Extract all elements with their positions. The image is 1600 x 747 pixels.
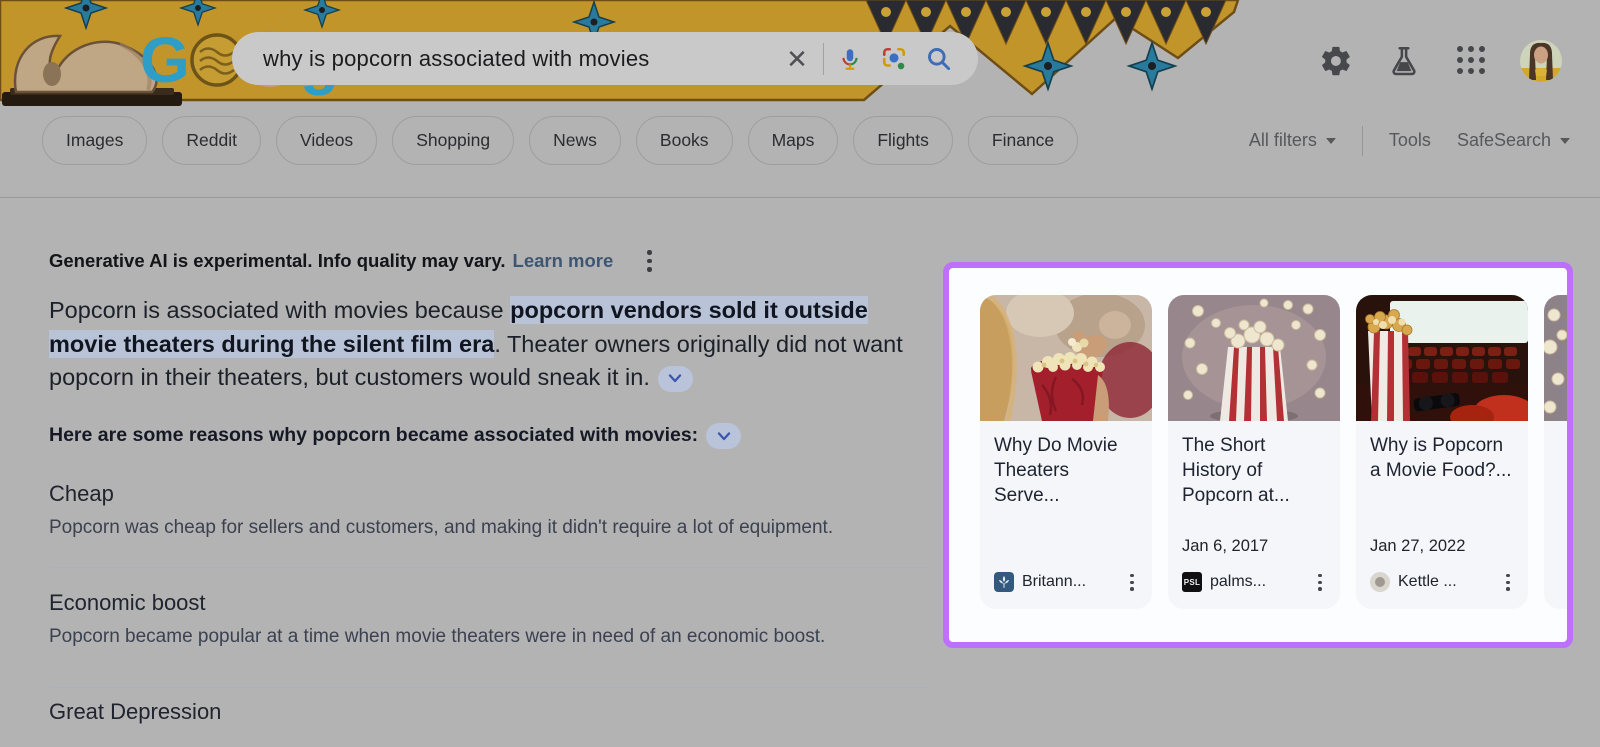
overflow-menu-button[interactable] [643, 246, 656, 276]
chevron-down-icon [1560, 138, 1570, 144]
microphone-icon [837, 46, 863, 72]
voice-search-button[interactable] [828, 37, 872, 81]
labs-flask-icon [1387, 44, 1421, 78]
section-divider [49, 687, 928, 688]
card-overflow-button[interactable] [1502, 570, 1514, 595]
card-source-name: Britann... [1022, 573, 1086, 591]
kettle-favicon [1370, 572, 1390, 592]
svg-text:G: G [140, 24, 190, 96]
chip-flights[interactable]: Flights [853, 116, 953, 165]
answer-text: Popcorn is associated with movies becaus… [49, 297, 510, 323]
card-image-cinema-screen-popcorn [1356, 295, 1528, 421]
ai-source-carousel-highlighted: Why Do Movie Theaters Serve... Britann..… [943, 262, 1573, 648]
chip-videos[interactable]: Videos [276, 116, 377, 165]
apps-grid-icon [1457, 46, 1487, 76]
google-apps-button[interactable] [1452, 41, 1492, 81]
google-lens-button[interactable] [872, 37, 916, 81]
filter-tools-bar: All filters Tools SafeSearch [1249, 116, 1570, 165]
safesearch-button[interactable]: SafeSearch [1457, 130, 1570, 151]
section-title-cheap: Cheap [49, 481, 114, 507]
search-input[interactable] [263, 46, 775, 72]
tools-divider [1362, 126, 1363, 156]
header-divider [0, 197, 1600, 198]
learn-more-link[interactable]: Learn more [513, 250, 614, 272]
source-card-kettle[interactable]: Why is Popcorn a Movie Food?... Jan 27, … [1356, 295, 1528, 609]
card-source-name: palms... [1210, 573, 1266, 591]
expand-answer-button[interactable] [658, 366, 693, 392]
google-lens-icon [881, 46, 907, 72]
chip-books[interactable]: Books [636, 116, 733, 165]
all-filters-button[interactable]: All filters [1249, 130, 1336, 151]
chip-maps[interactable]: Maps [748, 116, 839, 165]
settings-button[interactable] [1316, 41, 1356, 81]
britannica-favicon [994, 572, 1014, 592]
search-divider [823, 43, 824, 75]
search-submit-button[interactable] [916, 37, 960, 81]
card-image-partial [1544, 295, 1573, 421]
card-image-popcorn-box-flying [1168, 295, 1340, 421]
card-overflow-button[interactable] [1126, 570, 1138, 595]
search-bar[interactable]: ✕ [232, 32, 978, 85]
card-overflow-button[interactable] [1314, 570, 1326, 595]
chip-news[interactable]: News [529, 116, 621, 165]
psl-favicon: PSL [1182, 572, 1202, 592]
chevron-down-icon [1326, 138, 1336, 144]
expand-reasons-button[interactable] [706, 423, 741, 449]
disclaimer-text: Generative AI is experimental. Info qual… [49, 250, 506, 272]
avatar-photo [1520, 40, 1562, 82]
card-date: Jan 6, 2017 [1182, 537, 1326, 556]
card-date: Jan 27, 2022 [1370, 537, 1514, 556]
source-cards: Why Do Movie Theaters Serve... Britann..… [980, 295, 1573, 609]
card-source-name: Kettle ... [1398, 573, 1457, 591]
header-actions [1316, 40, 1562, 82]
chevron-down-icon [717, 432, 731, 441]
chevron-down-icon [668, 374, 682, 383]
chip-finance[interactable]: Finance [968, 116, 1078, 165]
search-magnifier-icon [925, 45, 952, 72]
tools-button[interactable]: Tools [1389, 130, 1431, 151]
card-title: Why is Popcorn a Movie Food?... [1370, 433, 1514, 483]
gear-icon [1319, 44, 1353, 78]
card-title: Why Do Movie Theaters Serve... [994, 433, 1138, 508]
card-image-popcorn-bucket-theater [980, 295, 1152, 421]
chip-reddit[interactable]: Reddit [162, 116, 261, 165]
section-body-cheap: Popcorn was cheap for sellers and custom… [49, 517, 931, 539]
chip-shopping[interactable]: Shopping [392, 116, 514, 165]
account-avatar[interactable] [1520, 40, 1562, 82]
section-divider [49, 567, 928, 568]
search-filter-chips: Images Reddit Videos Shopping News Books… [42, 116, 1078, 165]
card-title: The Short History of Popcorn at... [1182, 433, 1326, 508]
ai-answer-paragraph: Popcorn is associated with movies becaus… [49, 294, 931, 395]
section-title-great-depression: Great Depression [49, 699, 221, 725]
section-body-economic-boost: Popcorn became popular at a time when mo… [49, 626, 931, 648]
section-title-economic-boost: Economic boost [49, 590, 206, 616]
clear-search-button[interactable]: ✕ [775, 37, 819, 81]
generative-ai-disclaimer: Generative AI is experimental. Info qual… [49, 246, 656, 276]
ai-reasons-subheading: Here are some reasons why popcorn became… [49, 423, 931, 449]
source-card-partial[interactable] [1544, 295, 1573, 609]
search-labs-button[interactable] [1384, 41, 1424, 81]
chip-images[interactable]: Images [42, 116, 147, 165]
source-card-britannica[interactable]: Why Do Movie Theaters Serve... Britann..… [980, 295, 1152, 609]
source-card-palmspringslife[interactable]: The Short History of Popcorn at... Jan 6… [1168, 295, 1340, 609]
